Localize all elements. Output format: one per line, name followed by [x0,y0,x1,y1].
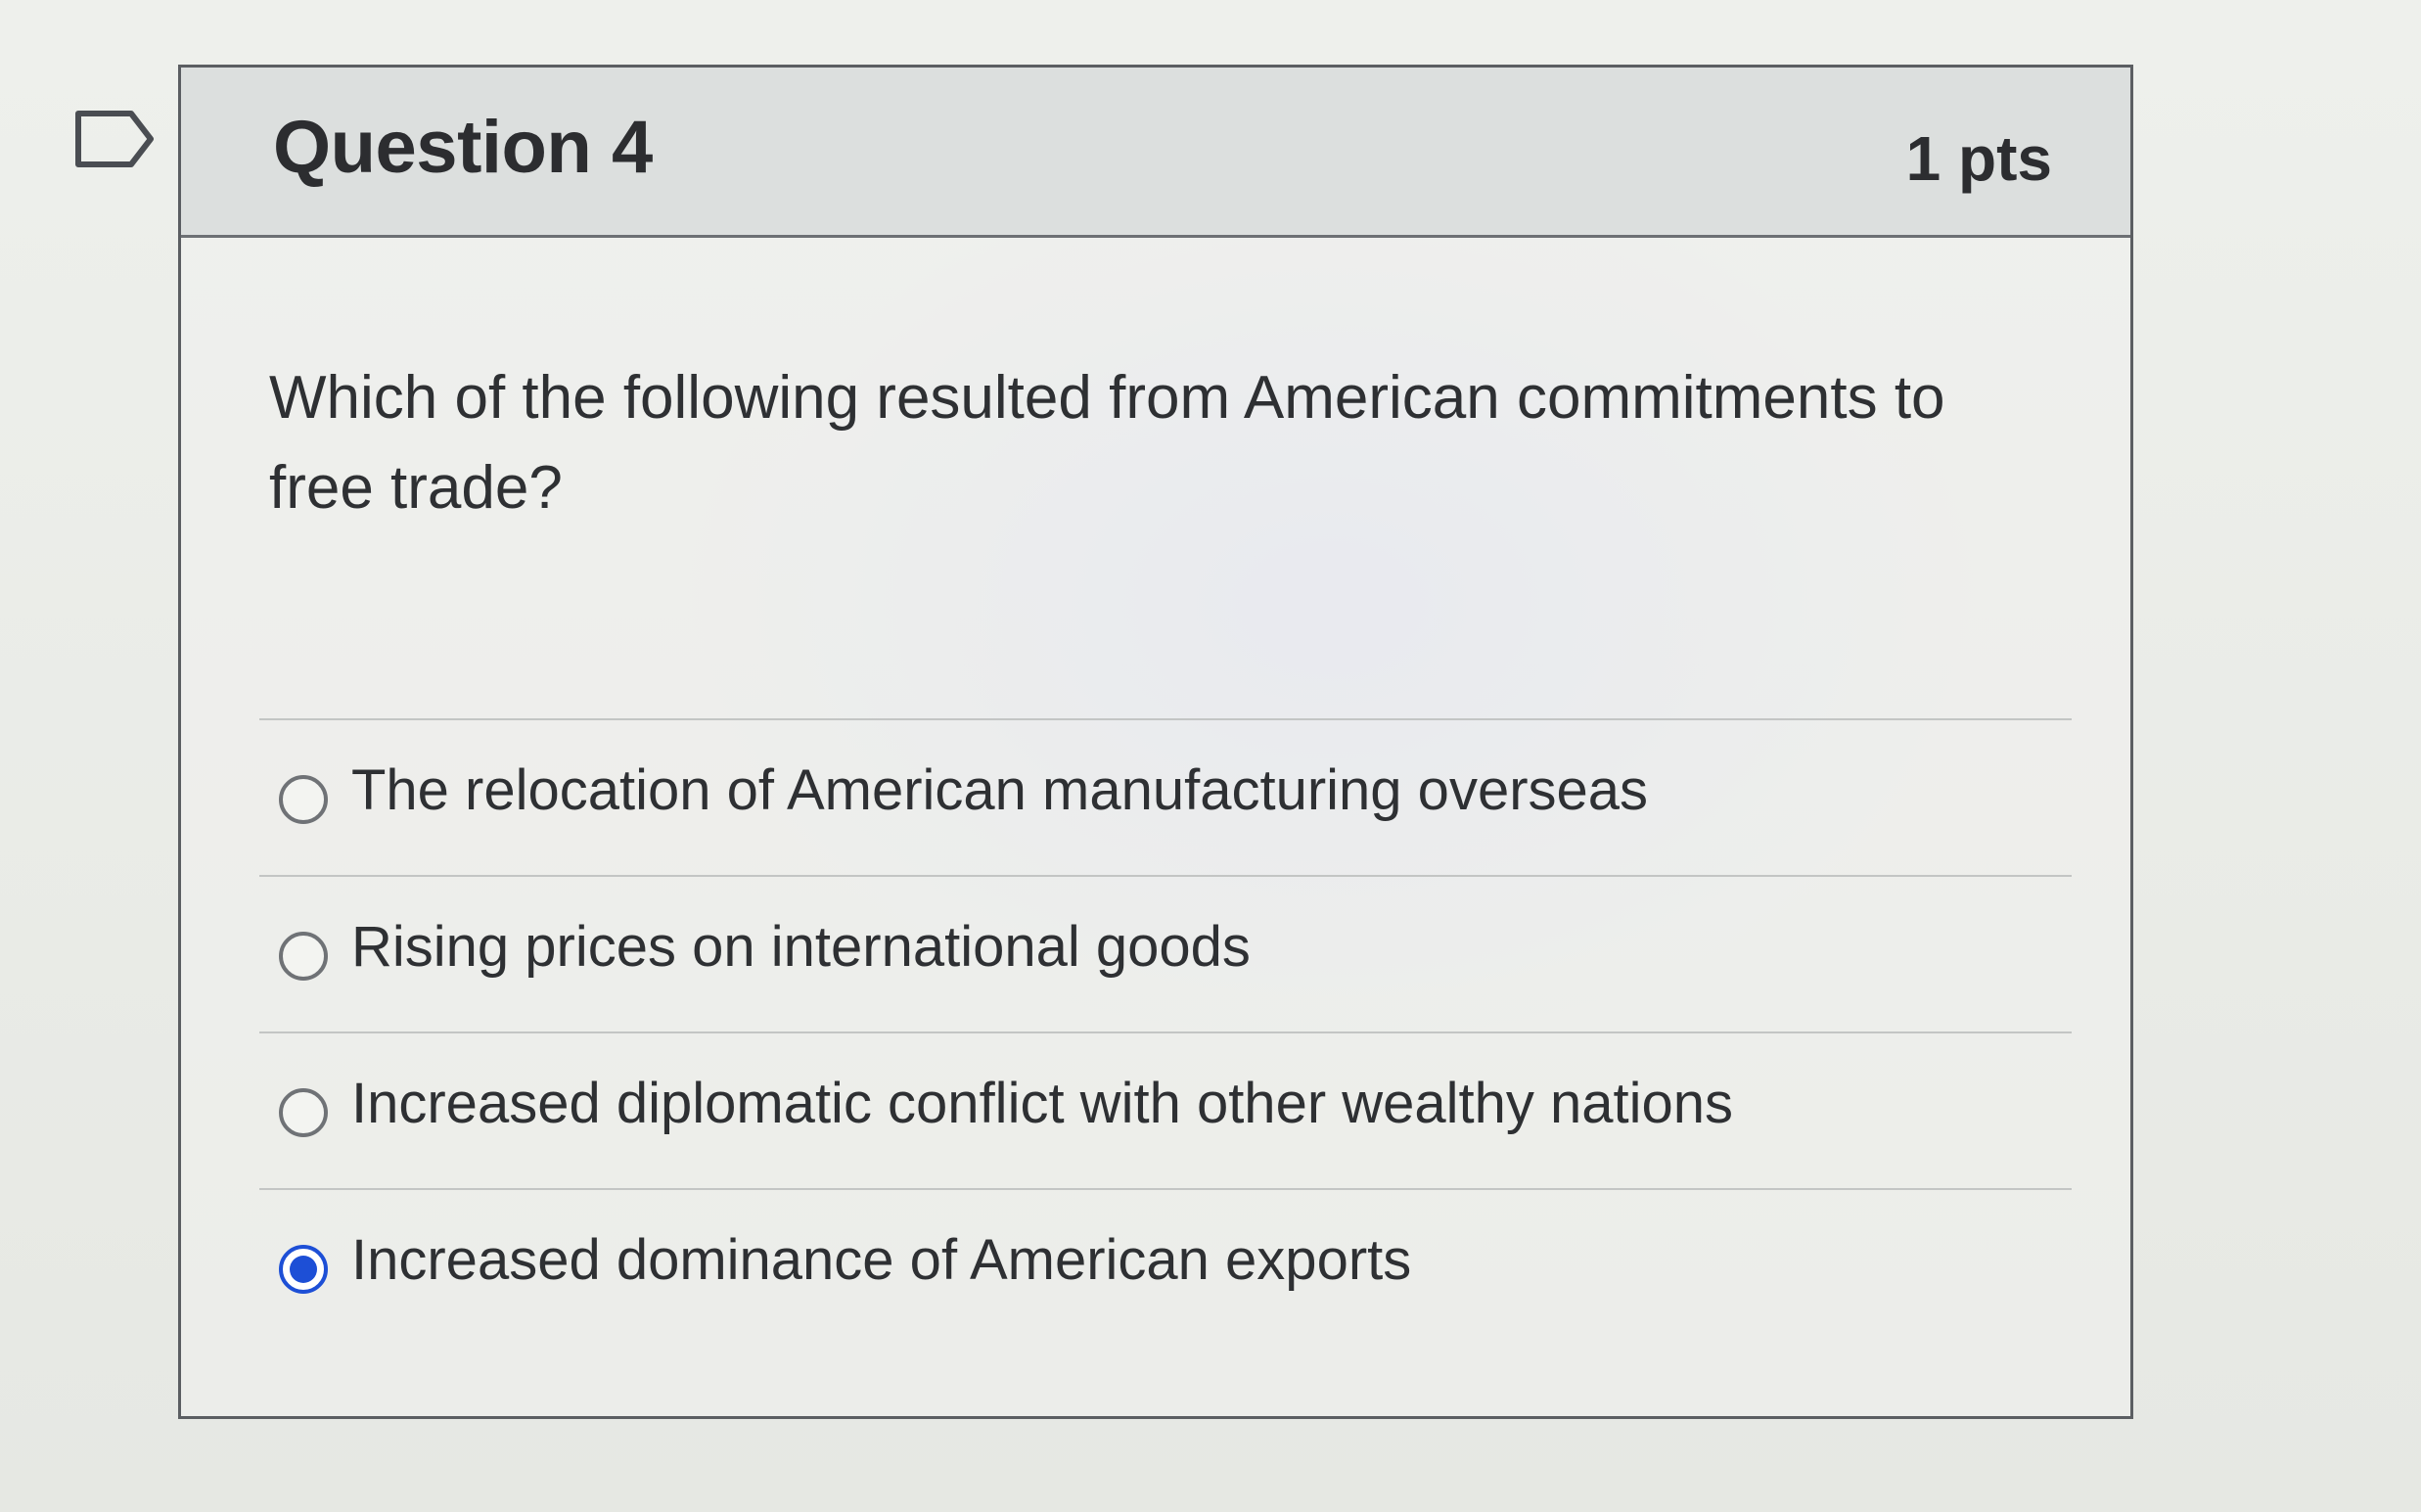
answer-option-2[interactable]: Rising prices on international goods [259,875,2072,1031]
question-points: 1 pts [1905,123,2052,194]
radio-button[interactable] [279,775,328,824]
answer-label[interactable]: Rising prices on international goods [351,914,1251,980]
answer-label[interactable]: Increased diplomatic conflict with other… [351,1071,1733,1136]
answer-option-1[interactable]: The relocation of American manufacturing… [259,718,2072,875]
question-header: Question 4 1 pts [181,68,2130,238]
question-text: Which of the following resulted from Ame… [269,364,1945,522]
question-card: Question 4 1 pts Which of the following … [178,65,2133,1419]
answer-label[interactable]: Increased dominance of American exports [351,1227,1411,1293]
radio-button[interactable] [279,1088,328,1137]
answer-label[interactable]: The relocation of American manufacturing… [351,757,1648,823]
answer-list: The relocation of American manufacturing… [259,718,2072,1345]
answer-option-3[interactable]: Increased diplomatic conflict with other… [259,1031,2072,1188]
radio-button[interactable] [279,1245,328,1294]
question-title: Question 4 [273,106,653,189]
answer-option-4[interactable]: Increased dominance of American exports [259,1188,2072,1345]
radio-button[interactable] [279,932,328,981]
flag-question-icon[interactable] [74,110,157,168]
